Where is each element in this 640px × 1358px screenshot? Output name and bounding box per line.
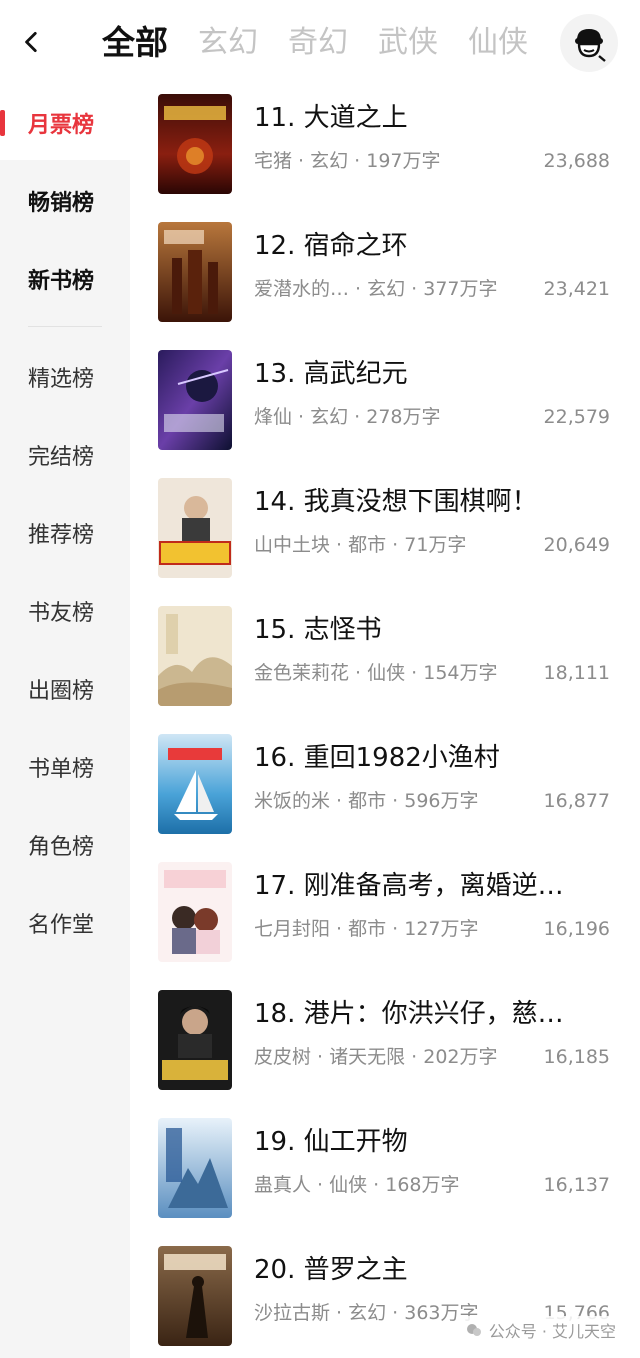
book-row[interactable]: 16. 重回1982小渔村 米饭的米 · 都市 · 596万字 16,877 bbox=[130, 726, 640, 854]
vote-count: 20,649 bbox=[543, 534, 610, 556]
book-cover[interactable] bbox=[158, 478, 232, 578]
tab-wuxia[interactable]: 武侠 bbox=[378, 19, 438, 67]
vote-count: 16,137 bbox=[543, 1174, 610, 1196]
vote-count: 16,196 bbox=[543, 918, 610, 940]
sidebar-item-recommended[interactable]: 推荐榜 bbox=[0, 496, 130, 570]
tab-xuanhuan[interactable]: 玄幻 bbox=[198, 19, 258, 67]
book-cover[interactable] bbox=[158, 350, 232, 450]
book-meta: 爱潜水的… · 玄幻 · 377万字 bbox=[254, 278, 498, 300]
book-title[interactable]: 15. 志怪书 bbox=[254, 612, 624, 648]
book-row[interactable]: 19. 仙工开物 蛊真人 · 仙侠 · 168万字 16,137 bbox=[130, 1110, 640, 1238]
reader-avatar-icon bbox=[575, 29, 606, 62]
book-row[interactable]: 12. 宿命之环 爱潜水的… · 玄幻 · 377万字 23,421 bbox=[130, 214, 640, 342]
watermark-text: 公众号 · 艾儿天空 bbox=[488, 1322, 616, 1341]
sidebar-item-completed[interactable]: 完结榜 bbox=[0, 418, 130, 492]
wechat-icon bbox=[466, 1324, 481, 1336]
tab-all[interactable]: 全部 bbox=[102, 19, 168, 67]
book-title[interactable]: 20. 普罗之主 bbox=[254, 1252, 624, 1288]
sidebar-item-bestseller[interactable]: 畅销榜 bbox=[0, 164, 130, 238]
top-bar: 全部 玄幻 奇幻 武侠 仙侠 bbox=[0, 0, 640, 86]
book-meta: 山中土块 · 都市 · 71万字 bbox=[254, 534, 467, 556]
vote-count: 22,579 bbox=[543, 406, 610, 428]
vote-count: 16,185 bbox=[543, 1046, 610, 1068]
sidebar-item-hall-of-fame[interactable]: 名作堂 bbox=[0, 886, 130, 960]
book-cover[interactable] bbox=[158, 1118, 232, 1218]
ranking-sidebar: 月票榜 畅销榜 新书榜 精选榜 完结榜 推荐榜 书友榜 出圈榜 书单榜 角色榜 … bbox=[0, 86, 130, 1358]
sidebar-item-new-books[interactable]: 新书榜 bbox=[0, 242, 130, 316]
book-row[interactable]: 17. 刚准备高考，离婚逆… 七月封阳 · 都市 · 127万字 16,196 bbox=[130, 854, 640, 982]
profile-button[interactable] bbox=[560, 14, 618, 72]
book-title[interactable]: 17. 刚准备高考，离婚逆… bbox=[254, 868, 624, 904]
book-cover[interactable] bbox=[158, 1246, 232, 1346]
book-row[interactable]: 14. 我真没想下围棋啊！ 山中土块 · 都市 · 71万字 20,649 bbox=[130, 470, 640, 598]
book-cover[interactable] bbox=[158, 990, 232, 1090]
book-meta: 七月封阳 · 都市 · 127万字 bbox=[254, 918, 479, 940]
book-cover[interactable] bbox=[158, 94, 232, 194]
tab-qihuan[interactable]: 奇幻 bbox=[288, 19, 348, 67]
category-tabs: 全部 玄幻 奇幻 武侠 仙侠 bbox=[102, 18, 558, 68]
book-title[interactable]: 13. 高武纪元 bbox=[254, 356, 624, 392]
watermark: 公众号 · 艾儿天空 bbox=[460, 1316, 620, 1344]
chevron-left-icon bbox=[25, 31, 37, 53]
book-cover[interactable] bbox=[158, 862, 232, 962]
vote-count: 23,688 bbox=[543, 150, 610, 172]
sidebar-item-reader-friends[interactable]: 书友榜 bbox=[0, 574, 130, 648]
sidebar-item-monthly-ticket[interactable]: 月票榜 bbox=[0, 86, 130, 160]
back-button[interactable] bbox=[12, 22, 52, 62]
vote-count: 18,111 bbox=[543, 662, 610, 684]
sidebar-item-booklists[interactable]: 书单榜 bbox=[0, 730, 130, 804]
book-row[interactable]: 13. 高武纪元 烽仙 · 玄幻 · 278万字 22,579 bbox=[130, 342, 640, 470]
vote-count: 16,877 bbox=[543, 790, 610, 812]
book-meta: 皮皮树 · 诸天无限 · 202万字 bbox=[254, 1046, 498, 1068]
sidebar-item-characters[interactable]: 角色榜 bbox=[0, 808, 130, 882]
book-title[interactable]: 11. 大道之上 bbox=[254, 100, 624, 136]
book-meta: 烽仙 · 玄幻 · 278万字 bbox=[254, 406, 441, 428]
book-meta: 米饭的米 · 都市 · 596万字 bbox=[254, 790, 479, 812]
book-title[interactable]: 14. 我真没想下围棋啊！ bbox=[254, 484, 624, 520]
book-meta: 金色茉莉花 · 仙侠 · 154万字 bbox=[254, 662, 498, 684]
book-meta: 宅猪 · 玄幻 · 197万字 bbox=[254, 150, 441, 172]
book-meta: 蛊真人 · 仙侠 · 168万字 bbox=[254, 1174, 460, 1196]
book-cover[interactable] bbox=[158, 734, 232, 834]
sidebar-item-trending[interactable]: 出圈榜 bbox=[0, 652, 130, 726]
book-cover[interactable] bbox=[158, 222, 232, 322]
book-row[interactable]: 18. 港片：你洪兴仔，慈… 皮皮树 · 诸天无限 · 202万字 16,185 bbox=[130, 982, 640, 1110]
book-title[interactable]: 12. 宿命之环 bbox=[254, 228, 624, 264]
sidebar-divider bbox=[28, 326, 102, 327]
book-row[interactable]: 15. 志怪书 金色茉莉花 · 仙侠 · 154万字 18,111 bbox=[130, 598, 640, 726]
vote-count: 23,421 bbox=[543, 278, 610, 300]
book-cover[interactable] bbox=[158, 606, 232, 706]
sidebar-item-featured[interactable]: 精选榜 bbox=[0, 340, 130, 414]
book-title[interactable]: 16. 重回1982小渔村 bbox=[254, 740, 624, 776]
book-title[interactable]: 18. 港片：你洪兴仔，慈… bbox=[254, 996, 624, 1032]
book-row[interactable]: 11. 大道之上 宅猪 · 玄幻 · 197万字 23,688 bbox=[130, 86, 640, 214]
tab-xianxia[interactable]: 仙侠 bbox=[468, 19, 528, 67]
book-title[interactable]: 19. 仙工开物 bbox=[254, 1124, 624, 1160]
